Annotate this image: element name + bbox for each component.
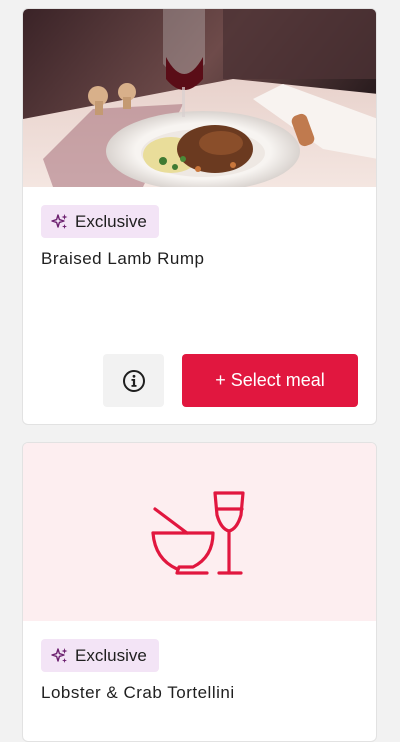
exclusive-badge: Exclusive (41, 205, 159, 238)
select-meal-button[interactable]: + Select meal (182, 354, 358, 407)
meal-title: Lobster & Crab Tortellini (41, 683, 235, 702)
meal-photo (23, 9, 376, 187)
info-icon (122, 369, 146, 393)
meal-image-placeholder (23, 443, 376, 621)
sparkle-icon (51, 213, 69, 231)
meal-card: Exclusive Lobster & Crab Tortellini (22, 442, 377, 742)
badge-label: Exclusive (75, 211, 147, 231)
badge-label: Exclusive (75, 645, 147, 665)
meal-card: Exclusive Braised Lamb Rump + Select mea… (22, 8, 377, 425)
sparkle-icon (51, 647, 69, 665)
meal-title: Braised Lamb Rump (41, 249, 205, 268)
exclusive-badge: Exclusive (41, 639, 159, 672)
info-button[interactable] (103, 354, 164, 407)
